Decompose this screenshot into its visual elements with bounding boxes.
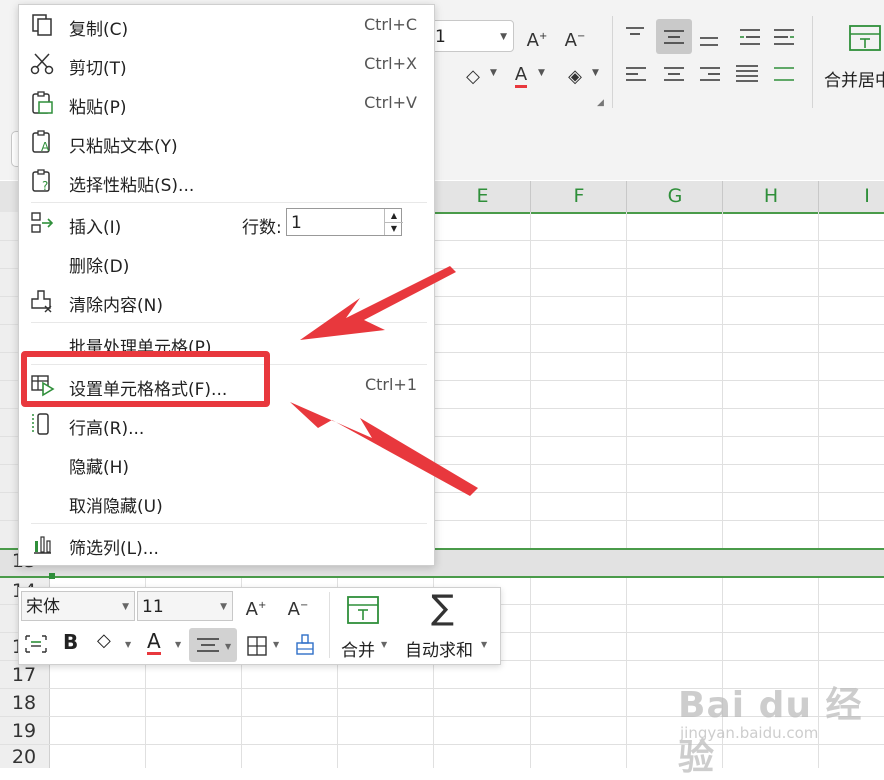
autosum-label[interactable]: 自动求和 <box>405 636 473 661</box>
align-center-button[interactable]: ▼ <box>189 628 237 662</box>
chevron-down-icon[interactable]: ▼ <box>273 640 279 649</box>
arrow-down-left-icon <box>290 402 478 496</box>
toolbar-divider <box>329 592 330 658</box>
watermark-url: jingyan.baidu.com <box>680 724 819 742</box>
font-color-icon[interactable]: A <box>147 630 161 655</box>
chevron-down-icon[interactable]: ▼ <box>175 640 181 649</box>
wrap-text-icon[interactable] <box>23 632 49 656</box>
mini-font-size-combo[interactable]: 11 ▼ <box>137 591 233 621</box>
mini-font-name: 宋体 <box>26 597 60 617</box>
chevron-down-icon[interactable]: ▼ <box>220 592 227 622</box>
chevron-down-icon[interactable]: ▼ <box>381 640 387 649</box>
bold-icon[interactable]: B <box>63 630 78 654</box>
merge-label[interactable]: 合并 <box>341 636 375 661</box>
sum-icon[interactable]: ∑ <box>431 588 454 628</box>
mini-font-name-combo[interactable]: 宋体 ▼ <box>21 591 135 621</box>
mini-toolbar: 宋体 ▼ 11 ▼ A+ A− 合并 ▼ ∑ 自动求和 ▼ B ◇ ▼ A ▼ … <box>18 587 501 665</box>
watermark: Bai du 经验 jingyan.baidu.com <box>678 676 878 778</box>
svg-text:▼: ▼ <box>225 642 232 651</box>
decrease-font-icon[interactable]: A− <box>283 591 313 621</box>
align-center-icon: ▼ <box>197 638 232 652</box>
fill-color-icon[interactable]: ◇ <box>97 630 111 651</box>
chevron-down-icon[interactable]: ▼ <box>122 592 129 622</box>
chevron-down-icon[interactable]: ▼ <box>125 640 131 649</box>
arrow-up-left-icon <box>300 266 456 340</box>
chevron-down-icon[interactable]: ▼ <box>481 640 487 649</box>
format-painter-icon[interactable] <box>293 632 319 658</box>
mini-font-size: 11 <box>142 597 164 617</box>
borders-icon[interactable] <box>245 634 269 658</box>
merge-icon[interactable] <box>345 594 381 626</box>
increase-font-icon[interactable]: A+ <box>241 591 271 621</box>
